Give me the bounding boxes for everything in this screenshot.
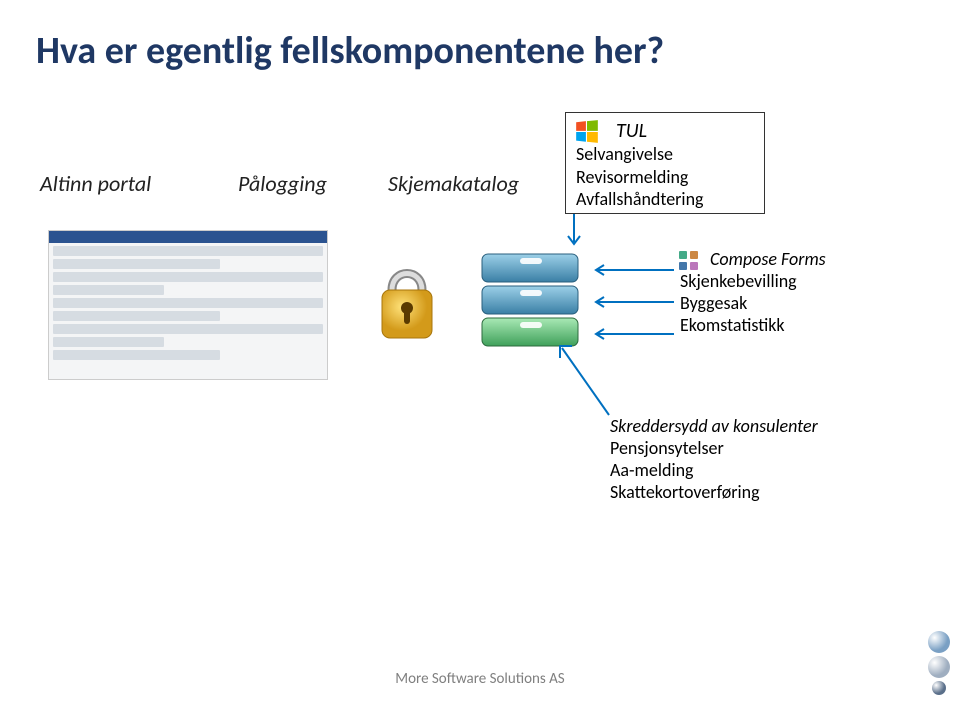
arrow-db-to-compose-2 [590,296,674,308]
arrow-db-to-compose-3 [590,328,674,340]
arrow-db-to-compose-1 [590,264,674,276]
custom-group: Skreddersydd av konsulenter Pensjonsytel… [610,415,818,503]
compose-heading: Compose Forms [710,248,826,270]
tul-item: Selvangivelse [576,143,754,166]
label-skjemakatalog: Skjemakatalog [388,170,519,197]
label-altinn-portal: Altinn portal [40,170,151,197]
custom-item: Skattekortoverføring [610,481,818,503]
label-palogging: Pålogging [238,170,327,197]
custom-heading: Skreddersydd av konsulenter [610,415,818,437]
decorative-dots [924,628,954,698]
tul-group-box: TUL Selvangivelse Revisormelding Avfalls… [565,112,765,214]
compose-forms-group: Compose Forms Skjenkebevilling Byggesak … [680,248,826,336]
compose-item: Skjenkebevilling [680,270,826,292]
compose-item: Byggesak [680,292,826,314]
windows-logo-icon [574,119,600,145]
page-title: Hva er egentlig fellskomponentene her? [36,28,664,74]
decorative-dot [928,656,950,678]
decorative-dot [928,631,950,653]
tul-item: Revisormelding [576,166,754,189]
custom-item: Pensjonsytelser [610,437,818,459]
compose-item: Ekomstatistikk [680,314,826,336]
decorative-dot [932,681,946,695]
tul-heading: TUL [616,119,754,143]
altinn-portal-thumbnail [48,230,328,380]
tul-item: Avfallshåndtering [576,188,754,211]
arrow-custom-to-db [554,340,614,418]
lock-icon [372,252,442,347]
arrow-tul-to-db [565,214,583,250]
compose-forms-icon [678,250,700,272]
footer-text: More Software Solutions AS [0,670,960,688]
custom-item: Aa-melding [610,459,818,481]
